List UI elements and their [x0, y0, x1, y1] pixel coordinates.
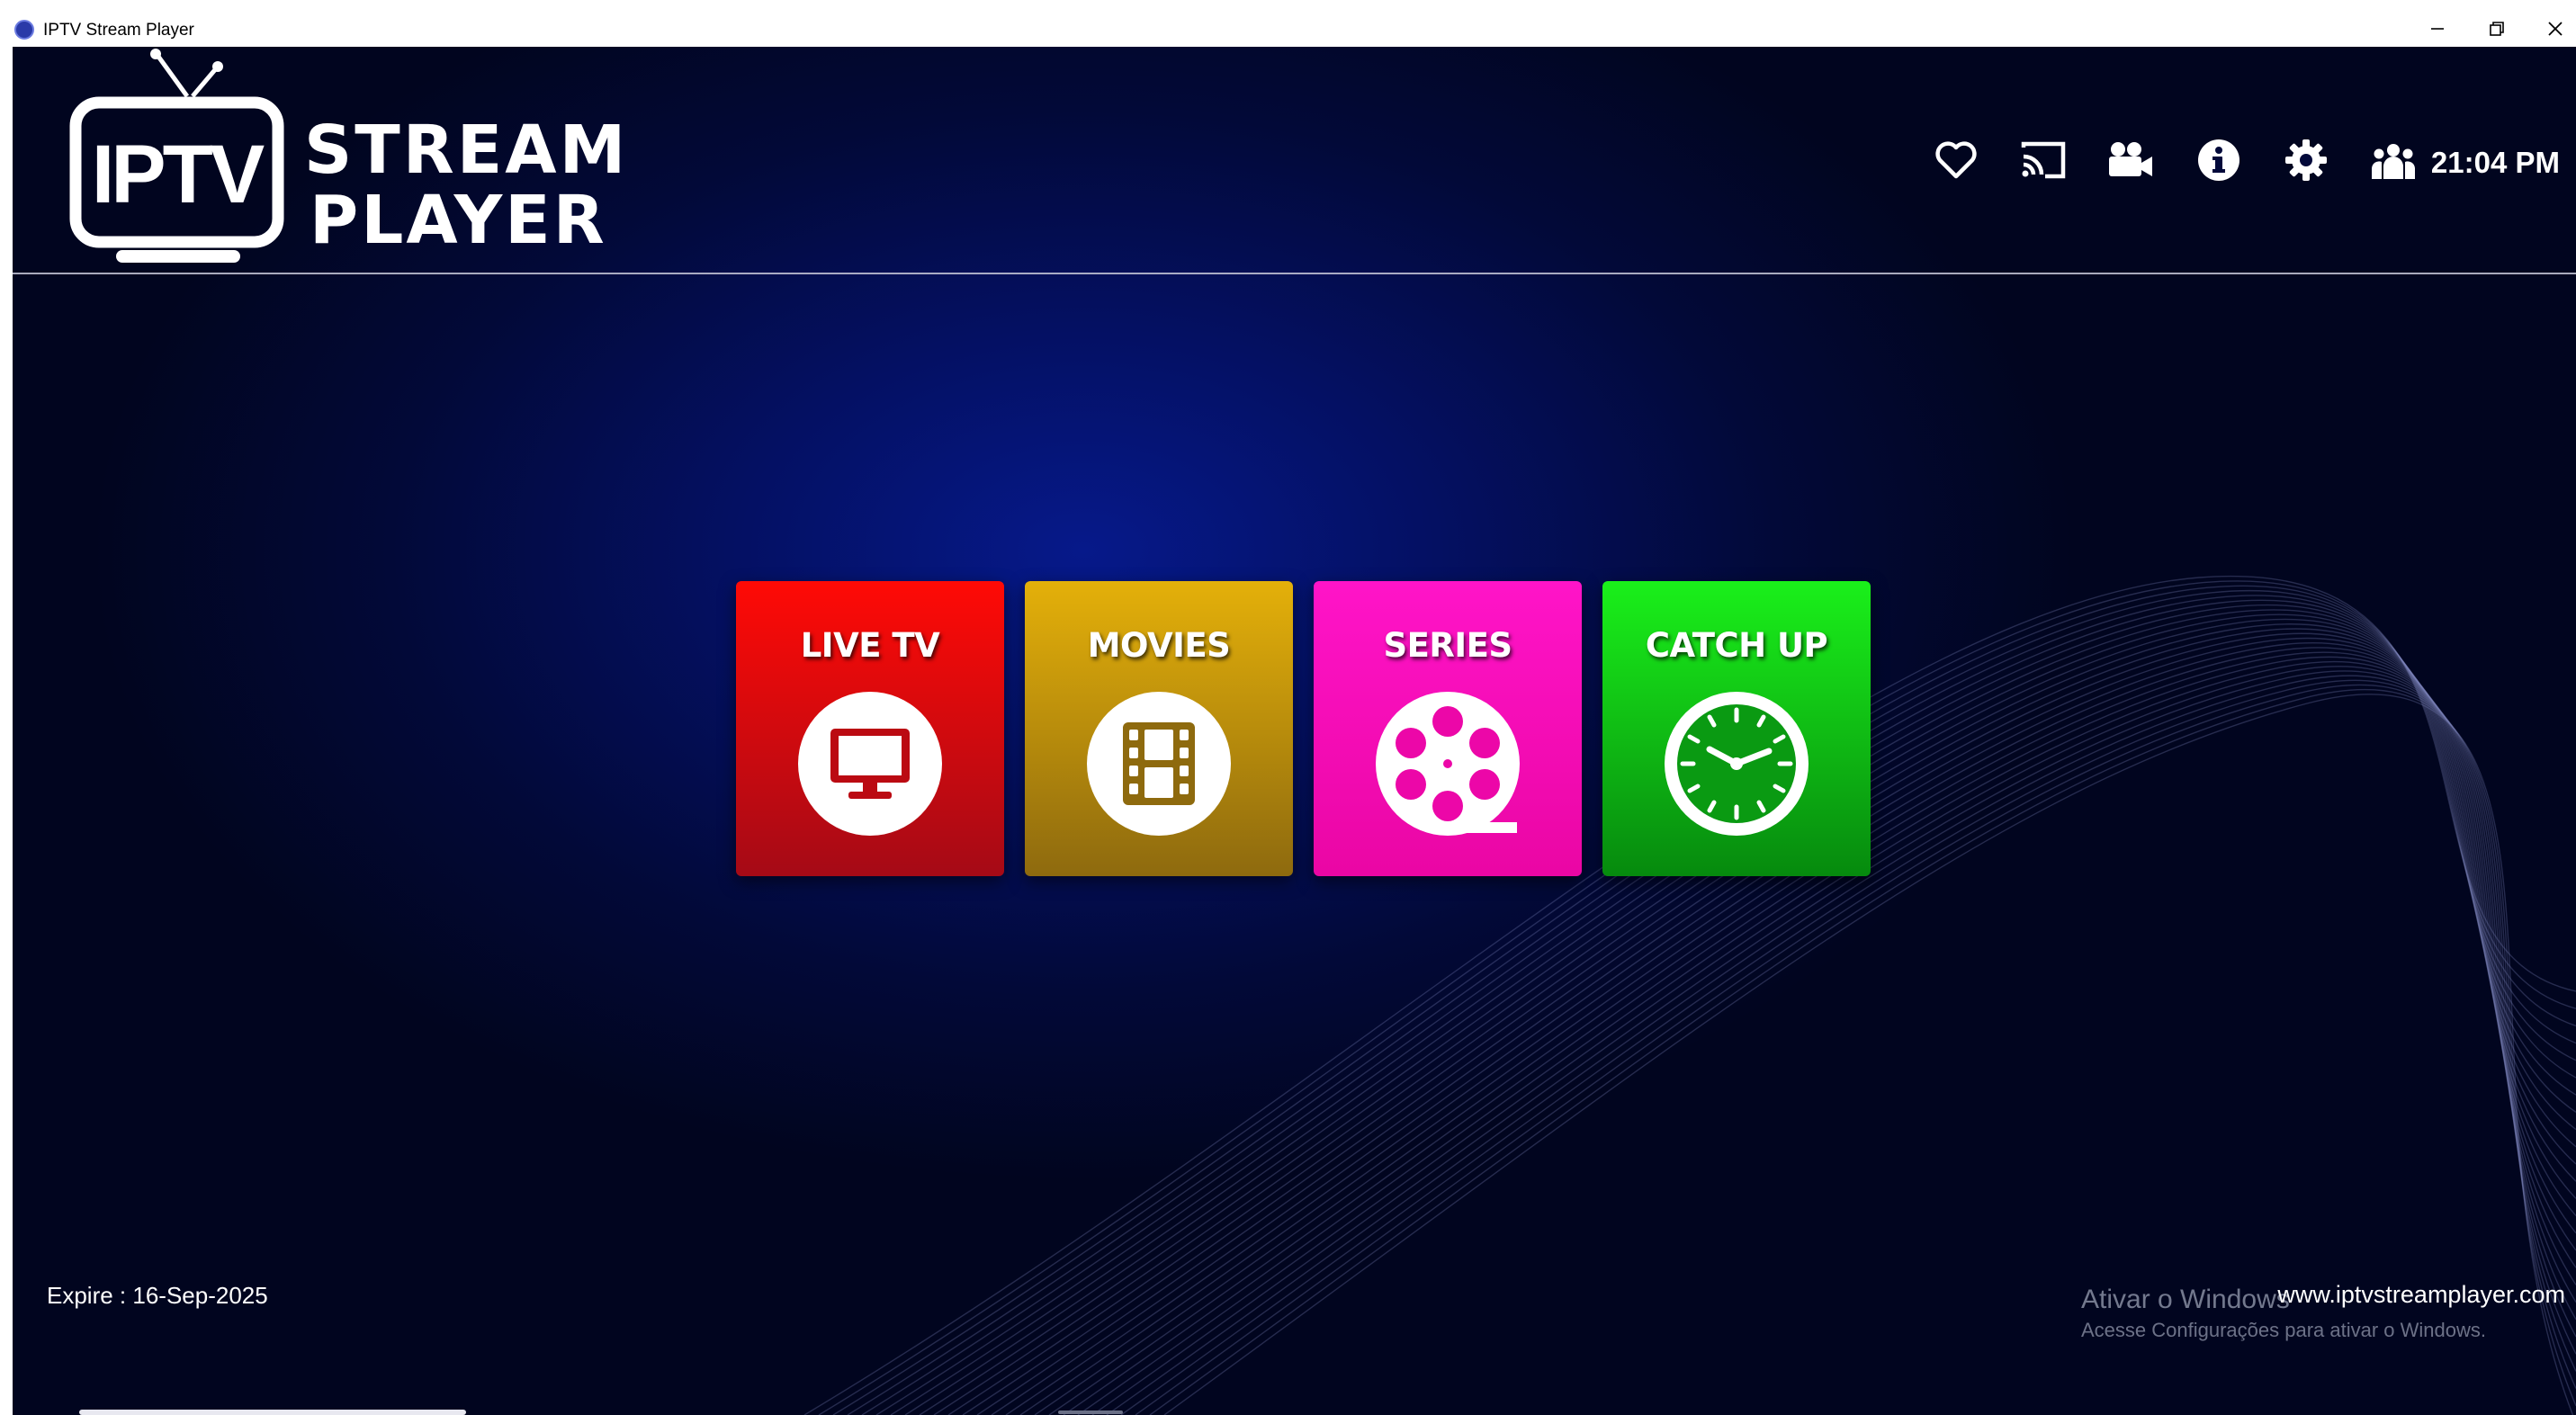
logo-line1: STREAM — [304, 112, 628, 189]
logo-line2: PLAYER — [310, 182, 607, 259]
expire-date: Expire : 16-Sep-2025 — [47, 1282, 268, 1309]
logo-badge-text: IPTV — [92, 129, 265, 220]
windows-activation-subtitle: Acesse Configurações para ativar o Windo… — [2081, 1319, 2486, 1341]
website-link[interactable]: www.iptvstreamplayer.com — [2277, 1281, 2565, 1309]
window-titlebar: IPTV Stream Player — [0, 0, 2576, 47]
tile-label: SERIES — [1383, 626, 1512, 665]
scroll-indicator — [79, 1410, 466, 1415]
live-tv-tile[interactable]: LIVE TV — [736, 581, 1004, 876]
iptv-stream-player-logo: IPTV STREAM PLAYER — [69, 49, 628, 263]
cast-icon[interactable] — [2016, 133, 2070, 187]
scroll-indicator-secondary — [1058, 1411, 1123, 1414]
tv-icon — [798, 692, 942, 836]
windows-activation-title: Ativar o Windows — [2081, 1285, 2290, 1314]
gear-icon[interactable] — [2279, 133, 2333, 187]
minimize-button[interactable] — [2419, 13, 2455, 45]
film-strip-icon — [1087, 692, 1231, 836]
header-divider — [13, 273, 2576, 274]
app-icon — [14, 20, 34, 40]
catch-up-tile[interactable]: CATCH UP — [1602, 581, 1871, 876]
tile-label: CATCH UP — [1645, 626, 1828, 665]
app-main: IPTV STREAM PLAYER 21:04 PM LIVE TV MOVI… — [13, 47, 2576, 1415]
tile-label: LIVE TV — [800, 626, 940, 665]
info-icon[interactable] — [2192, 133, 2246, 187]
close-button[interactable] — [2537, 13, 2573, 45]
clock-time: 21:04 PM — [2430, 146, 2560, 179]
series-tile[interactable]: SERIES — [1314, 581, 1582, 876]
video-camera-icon[interactable] — [2104, 133, 2158, 187]
film-reel-icon — [1376, 692, 1520, 836]
clock-icon — [1665, 692, 1809, 836]
movies-tile[interactable]: MOVIES — [1025, 581, 1293, 876]
favorites-heart-icon[interactable] — [1929, 133, 1983, 187]
restore-button[interactable] — [2479, 13, 2515, 45]
users-icon[interactable] — [2366, 133, 2420, 187]
tile-label: MOVIES — [1087, 626, 1231, 665]
window-title: IPTV Stream Player — [43, 21, 194, 40]
